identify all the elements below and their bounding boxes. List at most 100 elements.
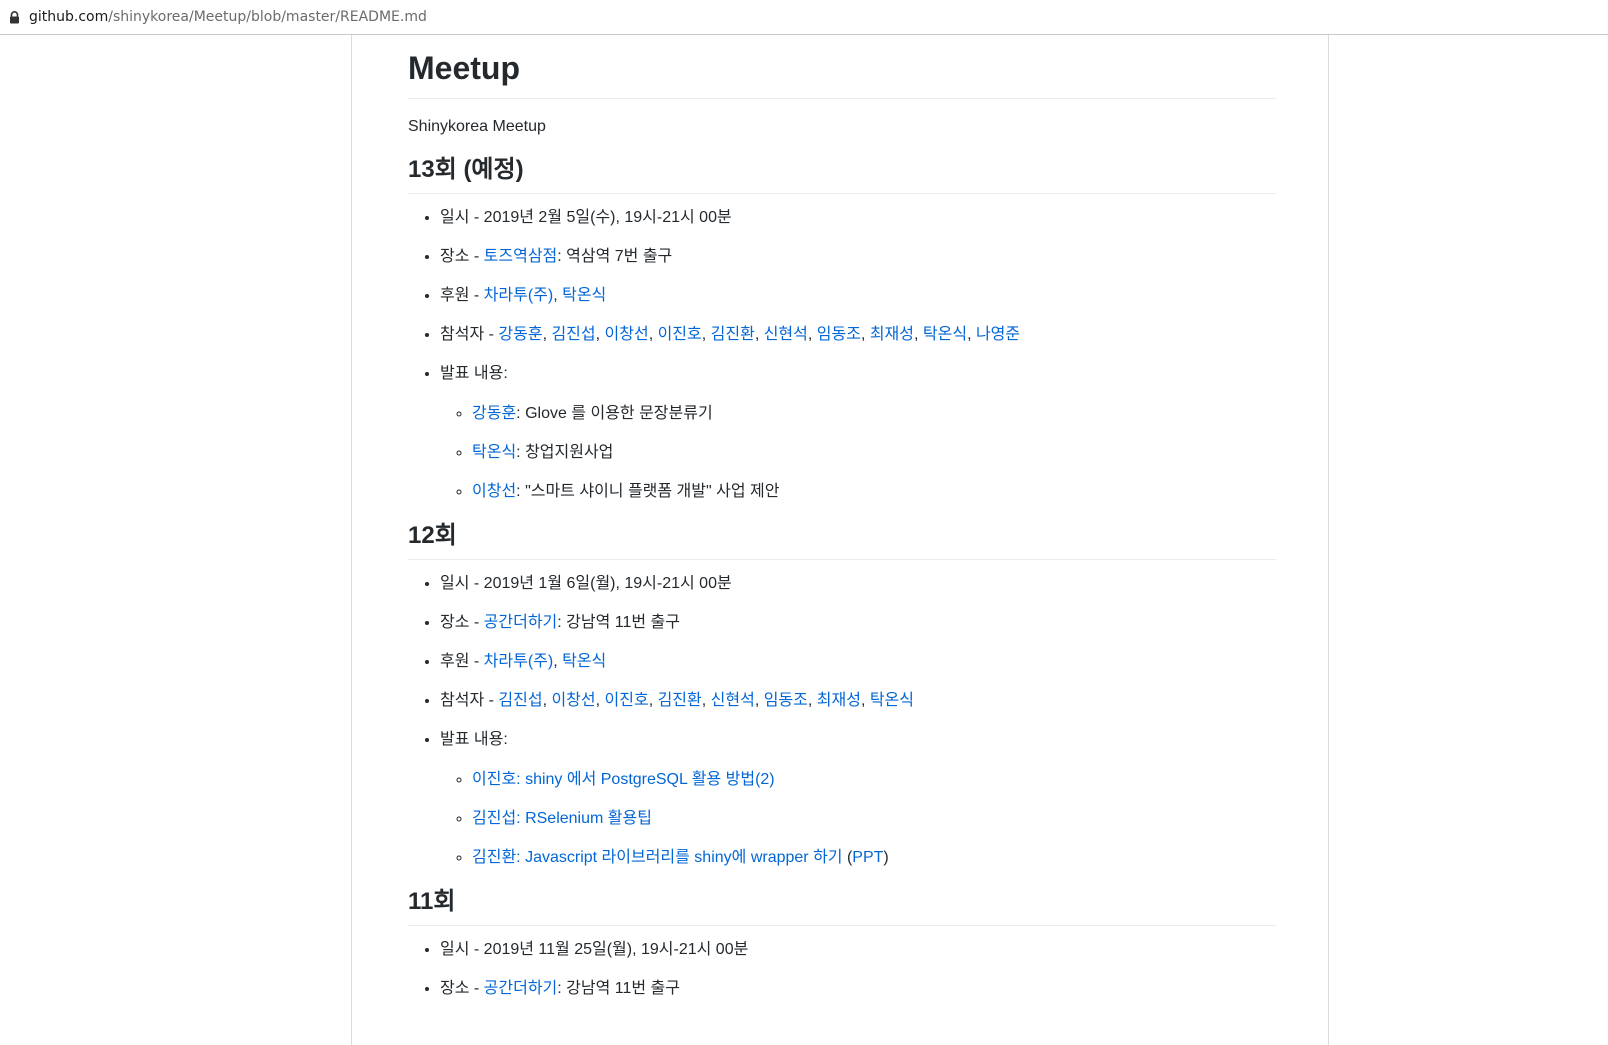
talk-separator: : [516,483,526,500]
section-details: 일시 - 2019년 1월 6일(월), 19시-21시 00분장소 - 공간더… [408,572,1276,870]
sponsor-link[interactable]: 탁온식 [562,287,606,304]
list-item-date: 일시 - 2019년 2월 5일(수), 19시-21시 00분 [440,206,1276,230]
talk-title-link[interactable]: RSelenium 활용팁 [525,810,652,827]
place-label: 장소 - [440,248,484,265]
url-path: /shinykorea/Meetup/blob/master/README.md [108,9,427,25]
talk-speaker-link[interactable]: 김진환 [472,849,516,866]
attendee-link[interactable]: 최재성 [870,326,914,343]
talk-speaker-link[interactable]: 김진섭 [472,810,516,827]
talk-speaker-link[interactable]: 이진호 [472,771,516,788]
talk-list: 이진호: shiny 에서 PostgreSQL 활용 방법(2) 김진섭: RS… [440,768,1276,870]
attendee-link[interactable]: 임동조 [764,692,808,709]
place-detail: : 역삼역 7번 출구 [557,248,673,265]
date-label: 일시 - [440,941,484,958]
date-value: 2019년 11월 25일(월), 19시-21시 00분 [483,941,749,958]
attendee-link[interactable]: 김진환 [658,692,702,709]
attendee-link[interactable]: 강동훈 [498,326,542,343]
attendee-link[interactable]: 탁온식 [923,326,967,343]
sponsor-label: 후원 - [440,287,484,304]
place-link[interactable]: 토즈역삼점 [484,248,558,265]
place-link[interactable]: 공간더하기 [484,614,558,631]
talk-speaker-link[interactable]: 강동훈 [472,405,516,422]
sponsor-link[interactable]: 차라투(주) [484,653,554,670]
list-item-date: 일시 - 2019년 1월 6일(월), 19시-21시 00분 [440,572,1276,596]
talk-item: 이진호: shiny 에서 PostgreSQL 활용 방법(2) [472,768,1276,792]
section-heading: 13회 (예정) [408,153,1276,194]
talk-item: 강동훈: Glove 를 이용한 문장분류기 [472,402,1276,426]
attendee-link[interactable]: 임동조 [817,326,861,343]
attendee-link[interactable]: 김진섭 [498,692,542,709]
place-link[interactable]: 공간더하기 [484,980,558,997]
talk-title: Glove 를 이용한 문장분류기 [525,405,713,422]
attendee-label: 참석자 - [440,692,499,709]
date-value: 2019년 1월 6일(월), 19시-21시 00분 [483,575,732,592]
talk-separator: : [516,405,526,422]
list-item-sponsor: 후원 - 차라투(주), 탁온식 [440,284,1276,308]
date-value: 2019년 2월 5일(수), 19시-21시 00분 [483,209,732,226]
talk-title: 창업지원사업 [525,444,614,461]
list-item-attendees: 참석자 - 김진섭, 이창선, 이진호, 김진환, 신현석, 임동조, 최재성,… [440,689,1276,713]
talk-item: 김진환: Javascript 라이브러리를 shiny에 wrapper 하기… [472,846,1276,870]
list-item-sponsor: 후원 - 차라투(주), 탁온식 [440,650,1276,674]
place-label: 장소 - [440,614,484,631]
readme-description: Shinykorea Meetup [408,118,546,135]
talk-speaker-link[interactable]: 이창선 [472,483,516,500]
list-item-attendees: 참석자 - 강동훈, 김진섭, 이창선, 이진호, 김진환, 신현석, 임동조,… [440,323,1276,347]
address-bar[interactable]: github.com/shinykorea/Meetup/blob/master… [0,0,1608,35]
talk-speaker-link[interactable]: 탁온식 [472,444,516,461]
attendee-label: 참석자 - [440,326,499,343]
sponsor-link[interactable]: 탁온식 [562,653,606,670]
attendee-link[interactable]: 탁온식 [870,692,914,709]
lock-icon [9,10,20,24]
talk-title-link[interactable]: Javascript 라이브러리를 shiny에 wrapper 하기 [525,849,842,866]
talk-item: 김진섭: RSelenium 활용팁 [472,807,1276,831]
talk-separator: : [516,849,526,866]
url-host: github.com [29,9,109,25]
talks-label: 발표 내용: [440,365,508,382]
sponsor-link[interactable]: 차라투(주) [484,287,554,304]
attendee-link[interactable]: 최재성 [817,692,861,709]
section-details: 일시 - 2019년 11월 25일(월), 19시-21시 00분장소 - 공… [408,938,1276,1001]
attendee-link[interactable]: 이창선 [605,326,649,343]
place-detail: : 강남역 11번 출구 [557,614,680,631]
talk-title-link[interactable]: shiny 에서 PostgreSQL 활용 방법(2) [525,771,775,788]
talk-list: 강동훈: Glove 를 이용한 문장분류기탁온식: 창업지원사업이창선: "스… [440,402,1276,504]
attendee-link[interactable]: 신현석 [711,692,755,709]
attendee-link[interactable]: 이진호 [658,326,702,343]
date-label: 일시 - [440,209,484,226]
talk-item: 이창선: "스마트 샤이니 플랫폼 개발" 사업 제안 [472,480,1276,504]
attendee-link[interactable]: 신현석 [764,326,808,343]
section-heading: 12회 [408,519,1276,560]
talk-item: 탁온식: 창업지원사업 [472,441,1276,465]
place-label: 장소 - [440,980,484,997]
talk-extra-close: ) [883,849,889,866]
sponsor-label: 후원 - [440,653,484,670]
section-heading: 11회 [408,885,1276,926]
readme-title: Meetup [408,48,1276,99]
talk-ppt-link[interactable]: PPT [852,849,883,866]
talk-separator: : [516,810,526,827]
meetup-sections: 13회 (예정) 일시 - 2019년 2월 5일(수), 19시-21시 00분… [408,153,1276,1001]
talk-extra-open: ( [842,849,853,866]
list-item-date: 일시 - 2019년 11월 25일(월), 19시-21시 00분 [440,938,1276,962]
attendee-link[interactable]: 김진환 [711,326,755,343]
attendee-link[interactable]: 이진호 [605,692,649,709]
talk-separator: : [516,444,526,461]
talk-separator: : [516,771,526,788]
place-detail: : 강남역 11번 출구 [557,980,680,997]
list-item-talks: 발표 내용: 강동훈: Glove 를 이용한 문장분류기탁온식: 창업지원사업이… [440,362,1276,504]
attendee-link[interactable]: 김진섭 [551,326,595,343]
talks-label: 발표 내용: [440,731,508,748]
readme-container: Meetup Shinykorea Meetup 13회 (예정) 일시 - 20… [351,35,1329,1045]
attendee-link[interactable]: 이창선 [551,692,595,709]
markdown-body: Meetup Shinykorea Meetup 13회 (예정) 일시 - 20… [408,35,1276,1016]
talk-title: "스마트 샤이니 플랫폼 개발" 사업 제안 [525,483,780,500]
list-item-place: 장소 - 공간더하기: 강남역 11번 출구 [440,977,1276,1001]
list-item-place: 장소 - 토즈역삼점: 역삼역 7번 출구 [440,245,1276,269]
page-viewport[interactable]: Meetup Shinykorea Meetup 13회 (예정) 일시 - 20… [0,35,1608,1045]
list-item-talks: 발표 내용: 이진호: shiny 에서 PostgreSQL 활용 방법(2) 김… [440,728,1276,870]
attendee-link[interactable]: 나영준 [976,326,1020,343]
section-details: 일시 - 2019년 2월 5일(수), 19시-21시 00분장소 - 토즈역… [408,206,1276,504]
date-label: 일시 - [440,575,484,592]
list-item-place: 장소 - 공간더하기: 강남역 11번 출구 [440,611,1276,635]
